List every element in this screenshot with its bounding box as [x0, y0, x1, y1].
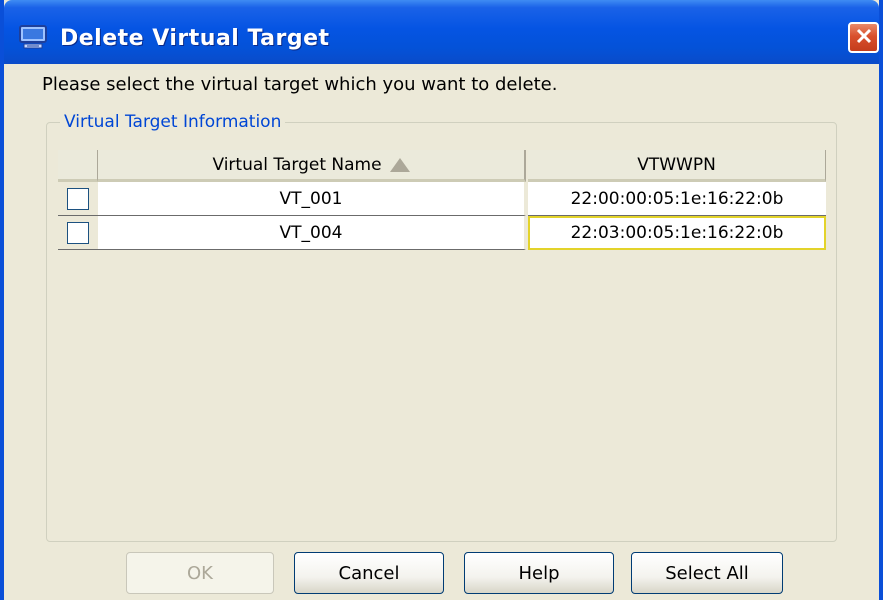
column-header-name[interactable]: Virtual Target Name [98, 150, 526, 182]
button-bar: OK Cancel Help Select All [4, 552, 879, 596]
close-icon [855, 27, 873, 49]
column-header-name-label: Virtual Target Name [212, 154, 382, 175]
row-checkbox[interactable] [67, 187, 89, 210]
table-row[interactable]: VT_001 22:00:00:05:1e:16:22:0b [58, 182, 826, 216]
row-checkbox[interactable] [67, 221, 89, 244]
help-button[interactable]: Help [464, 552, 614, 594]
cancel-button[interactable]: Cancel [294, 552, 444, 594]
column-header-wwpn-label: VTWWPN [637, 154, 716, 175]
column-header-check[interactable] [58, 150, 98, 182]
target-wwpn-cell-focused[interactable]: 22:03:00:05:1e:16:22:0b [528, 216, 826, 250]
table-header: Virtual Target Name VTWWPN [58, 150, 826, 182]
ok-button[interactable]: OK [126, 552, 274, 594]
target-wwpn-cell[interactable]: 22:00:00:05:1e:16:22:0b [528, 182, 826, 216]
dialog-title: Delete Virtual Target [60, 26, 330, 51]
row-checkbox-cell[interactable] [58, 216, 98, 250]
row-checkbox-cell[interactable] [58, 182, 98, 216]
delete-virtual-target-dialog: Delete Virtual Target Please select the … [0, 0, 883, 600]
target-name-cell[interactable]: VT_001 [98, 182, 526, 216]
close-button[interactable] [848, 22, 879, 53]
instruction-text: Please select the virtual target which y… [42, 74, 558, 95]
monitor-icon [18, 24, 48, 50]
title-bar[interactable]: Delete Virtual Target [4, 0, 879, 64]
target-name-cell[interactable]: VT_004 [98, 216, 526, 250]
group-legend: Virtual Target Information [60, 112, 286, 132]
select-all-button[interactable]: Select All [631, 552, 783, 594]
virtual-target-table: Virtual Target Name VTWWPN VT_001 22:00:… [58, 150, 826, 250]
table-row[interactable]: VT_004 22:03:00:05:1e:16:22:0b [58, 216, 826, 250]
column-header-wwpn[interactable]: VTWWPN [528, 150, 826, 182]
sort-ascending-icon [389, 157, 410, 172]
